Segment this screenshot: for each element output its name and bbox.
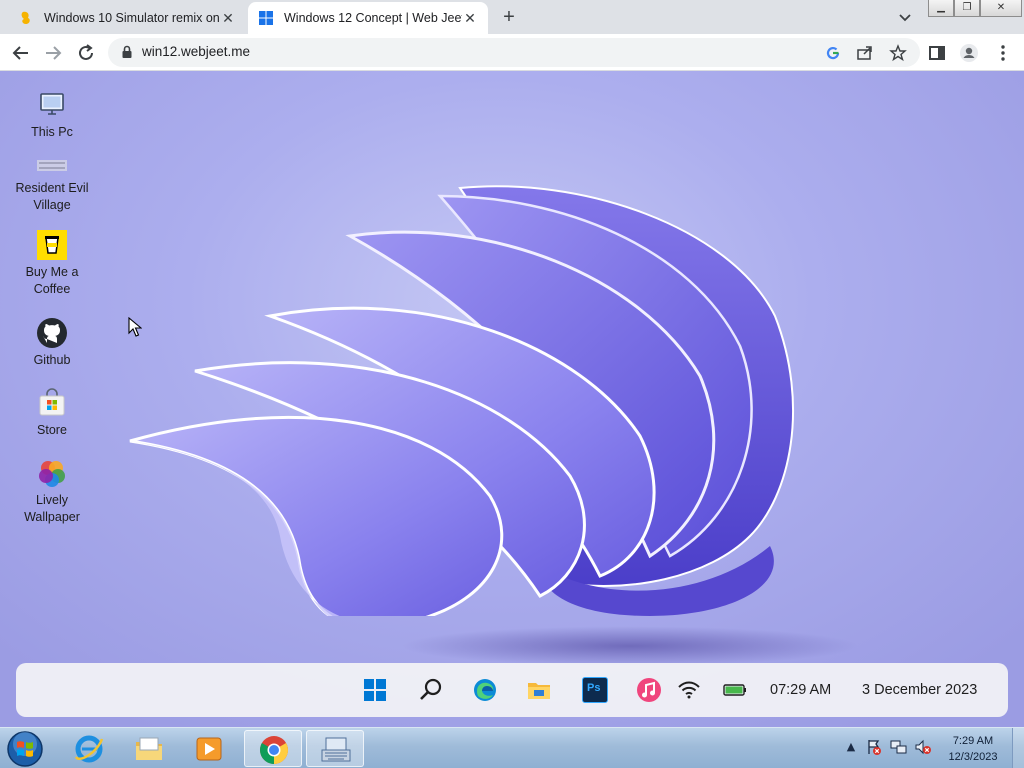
desktop-icon-label: Github xyxy=(33,353,71,367)
tab-search-chevron-icon[interactable] xyxy=(896,8,914,26)
clock-time: 7:29 AM xyxy=(952,735,994,747)
win12-date[interactable]: 3 December 2023 xyxy=(862,682,977,698)
chrome-icon xyxy=(260,736,288,764)
taskbar-chrome[interactable] xyxy=(244,730,302,767)
desktop-icon-label: This Pc xyxy=(31,125,73,139)
browser-toolbar: win12.webjeet.me xyxy=(0,34,1024,71)
photoshop-label: Ps xyxy=(587,682,601,694)
lively-wallpaper-icon xyxy=(39,461,65,487)
desktop-icon-store[interactable]: Store xyxy=(12,387,92,439)
windows-start-icon[interactable] xyxy=(362,677,388,703)
new-tab-button[interactable]: + xyxy=(498,6,520,28)
window-close-button[interactable]: ✕ xyxy=(980,0,1022,17)
windows-explorer-icon xyxy=(136,737,162,760)
photoshop-icon[interactable]: Ps xyxy=(582,677,608,703)
forward-arrow-icon[interactable] xyxy=(42,42,64,64)
tab-title: Windows 10 Simulator remix on Scratch xyxy=(44,11,220,25)
google-translate-icon[interactable] xyxy=(824,44,842,62)
desktop-icon-this-pc[interactable]: This Pc xyxy=(12,89,92,141)
taskbar-internet-explorer[interactable] xyxy=(60,730,118,767)
file-explorer-icon[interactable] xyxy=(526,677,552,703)
desktop-icon-label: Lively Wallpaper xyxy=(24,493,80,524)
tab-scratch[interactable]: Windows 10 Simulator remix on Scratch ✕ xyxy=(8,2,246,34)
show-hidden-icons-arrow[interactable]: ▲ xyxy=(842,738,860,756)
windows7-start-orb-icon[interactable] xyxy=(6,730,44,768)
desktop-icon-buy-me-a-coffee[interactable]: Buy Me a Coffee xyxy=(12,229,92,298)
wifi-icon[interactable] xyxy=(676,677,702,703)
edge-icon[interactable] xyxy=(472,677,498,703)
taskbar-media-player[interactable] xyxy=(180,730,238,767)
side-panel-icon[interactable] xyxy=(926,42,948,64)
kebab-menu-icon[interactable] xyxy=(992,42,1014,64)
battery-icon[interactable] xyxy=(722,677,748,703)
minimize-button[interactable]: ▁ xyxy=(928,0,954,17)
profile-avatar-icon[interactable] xyxy=(958,42,980,64)
lock-icon[interactable] xyxy=(120,45,134,59)
win12-desktop[interactable]: This Pc Resident Evil Village Buy Me a C… xyxy=(0,71,1024,727)
address-bar[interactable]: win12.webjeet.me xyxy=(108,38,920,67)
desktop-icon-resident-evil-village[interactable]: Resident Evil Village xyxy=(12,155,92,214)
mouse-cursor-icon xyxy=(128,317,142,337)
tab-title: Windows 12 Concept | Web Jeet xyxy=(284,11,462,25)
win12-taskbar: Ps 07:29 AM 3 December 2023 xyxy=(16,663,1008,717)
restore-button[interactable]: ❐ xyxy=(954,0,980,17)
clock-date: 12/3/2023 xyxy=(948,751,998,763)
show-desktop-button[interactable] xyxy=(1012,728,1024,768)
windows7-taskbar: ▲ 7:29 AM 12/3/2023 xyxy=(0,727,1024,768)
window-controls: ▁ ❐ ✕ xyxy=(928,0,1022,18)
system-clock[interactable]: 7:29 AM 12/3/2023 xyxy=(944,733,1002,765)
taskbar-windows-explorer[interactable] xyxy=(120,730,178,767)
internet-explorer-icon xyxy=(74,735,104,763)
volume-muted-icon[interactable] xyxy=(914,738,932,756)
scratch-favicon-icon xyxy=(21,11,30,24)
win12-time[interactable]: 07:29 AM xyxy=(770,682,831,698)
store-bag-icon xyxy=(39,388,65,416)
action-center-flag-icon[interactable] xyxy=(865,738,883,756)
desktop-icon-github[interactable]: Github xyxy=(12,317,92,369)
back-arrow-icon[interactable] xyxy=(10,42,32,64)
share-icon[interactable] xyxy=(856,44,874,62)
bookmark-star-icon[interactable] xyxy=(889,44,907,62)
desktop-icon-lively-wallpaper[interactable]: Lively Wallpaper xyxy=(12,457,92,526)
coffee-cup-icon xyxy=(37,230,67,260)
media-player-icon xyxy=(196,737,222,761)
music-icon[interactable] xyxy=(636,677,662,703)
desktop-icon-label: Buy Me a Coffee xyxy=(25,265,79,296)
windows-favicon-icon xyxy=(259,11,273,25)
on-screen-keyboard-icon xyxy=(321,737,351,762)
tab-close-icon[interactable]: ✕ xyxy=(462,10,478,27)
desktop-icon-label: Store xyxy=(37,423,67,437)
tab-close-icon[interactable]: ✕ xyxy=(220,10,236,27)
github-icon xyxy=(37,318,67,348)
monitor-icon xyxy=(40,93,64,115)
network-icon[interactable] xyxy=(890,738,908,756)
bloom-wallpaper-graphic xyxy=(129,185,795,616)
desktop-icon-label: Resident Evil Village xyxy=(15,181,89,212)
bloom-shadow xyxy=(400,626,860,666)
reload-icon[interactable] xyxy=(75,42,97,64)
browser-tab-strip: Windows 10 Simulator remix on Scratch ✕ … xyxy=(0,0,1024,34)
taskbar-on-screen-keyboard[interactable] xyxy=(306,730,364,767)
search-icon[interactable] xyxy=(418,677,444,703)
tab-win12-concept[interactable]: Windows 12 Concept | Web Jeet ✕ xyxy=(248,2,488,34)
game-logo-icon xyxy=(37,160,67,171)
url-text[interactable]: win12.webjeet.me xyxy=(142,44,250,59)
